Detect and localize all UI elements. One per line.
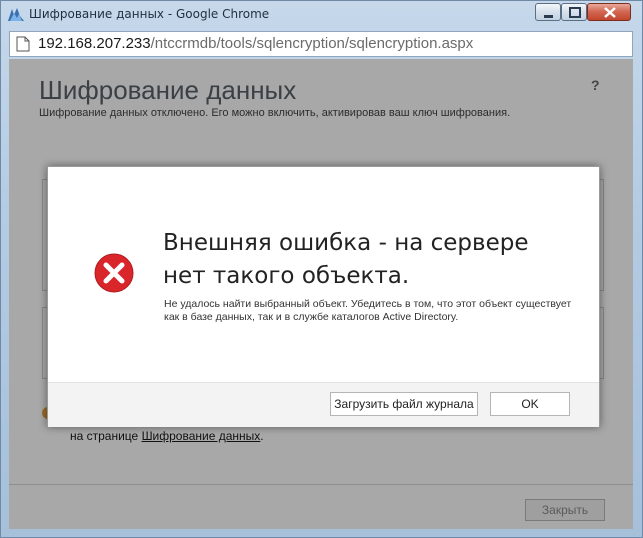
url-path: /ntccrmdb/tools/sqlencryption/sqlencrypt…	[150, 35, 474, 52]
close-icon	[604, 7, 616, 18]
error-dialog: Внешняя ошибка - на сервере нет такого о…	[47, 166, 600, 427]
url-text: 192.168.207.233/ntccrmdb/tools/sqlencryp…	[38, 35, 473, 52]
maximize-button[interactable]	[561, 3, 587, 21]
window-close-button[interactable]	[587, 3, 631, 21]
minimize-button[interactable]	[535, 3, 561, 21]
maximize-icon	[569, 7, 581, 18]
page-icon	[16, 36, 30, 52]
dialog-message: Не удалось найти выбранный объект. Убеди…	[164, 298, 572, 323]
address-bar[interactable]: 192.168.207.233/ntccrmdb/tools/sqlencryp…	[9, 31, 633, 57]
url-host: 192.168.207.233	[38, 35, 151, 52]
browser-window: Шифрование данных - Google Chrome 192.16…	[0, 0, 643, 538]
dialog-heading: Внешняя ошибка - на сервере нет такого о…	[163, 230, 529, 289]
app-logo-icon	[8, 8, 24, 21]
window-title: Шифрование данных - Google Chrome	[29, 7, 270, 21]
title-bar[interactable]: Шифрование данных - Google Chrome	[1, 1, 642, 29]
ok-button[interactable]: OK	[490, 392, 570, 416]
minimize-icon	[544, 15, 553, 18]
download-log-button[interactable]: Загрузить файл журнала	[330, 392, 478, 416]
error-icon	[94, 253, 134, 293]
